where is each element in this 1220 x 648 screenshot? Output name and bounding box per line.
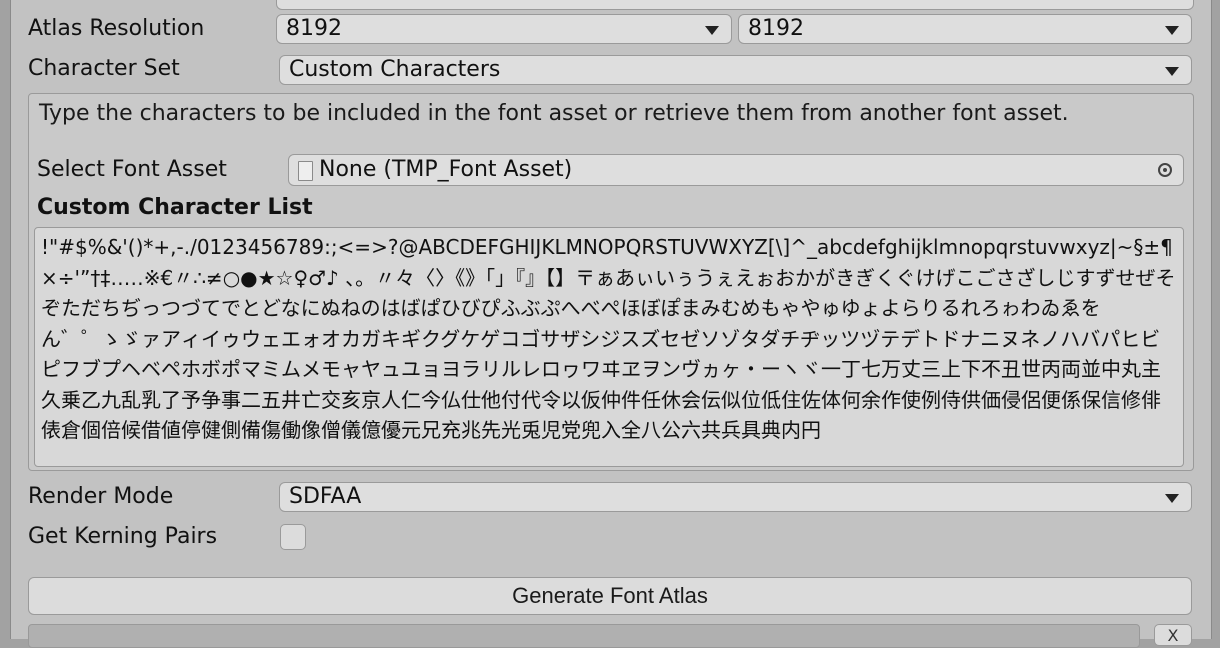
chevron-down-icon xyxy=(1165,67,1179,76)
kerning-checkbox[interactable] xyxy=(280,524,306,550)
atlas-width-value: 8192 xyxy=(286,16,342,41)
chevron-down-icon xyxy=(705,26,719,35)
font-asset-value: None (TMP_Font Asset) xyxy=(319,157,573,182)
render-mode-label: Render Mode xyxy=(28,484,174,509)
help-text: Type the characters to be included in th… xyxy=(39,101,1069,126)
render-mode-value: SDFAA xyxy=(289,484,362,509)
custom-characters-box: Type the characters to be included in th… xyxy=(28,93,1194,471)
custom-character-list-textarea[interactable]: !"#$%&'()*+,-./0123456789:;<=>?@ABCDEFGH… xyxy=(34,227,1184,467)
chevron-down-icon xyxy=(1165,494,1179,503)
generate-font-atlas-button[interactable]: Generate Font Atlas xyxy=(28,577,1192,615)
progress-bar xyxy=(28,624,1140,648)
atlas-width-dropdown[interactable]: 8192 xyxy=(276,14,732,44)
render-mode-dropdown[interactable]: SDFAA xyxy=(279,482,1192,512)
atlas-resolution-label: Atlas Resolution xyxy=(28,16,205,41)
previous-field[interactable] xyxy=(276,0,1194,10)
atlas-height-value: 8192 xyxy=(748,16,804,41)
document-icon xyxy=(298,161,313,181)
character-set-dropdown[interactable]: Custom Characters xyxy=(279,55,1192,85)
object-picker-icon[interactable] xyxy=(1158,163,1172,177)
select-font-asset-label: Select Font Asset xyxy=(37,157,227,182)
character-set-value: Custom Characters xyxy=(289,57,501,82)
chevron-down-icon xyxy=(1165,26,1179,35)
character-set-label: Character Set xyxy=(28,56,180,81)
atlas-height-dropdown[interactable]: 8192 xyxy=(738,14,1192,44)
kerning-label: Get Kerning Pairs xyxy=(28,524,218,549)
custom-character-list-title: Custom Character List xyxy=(37,195,313,220)
font-asset-field[interactable]: None (TMP_Font Asset) xyxy=(288,154,1184,186)
clear-button[interactable]: X xyxy=(1154,624,1192,646)
